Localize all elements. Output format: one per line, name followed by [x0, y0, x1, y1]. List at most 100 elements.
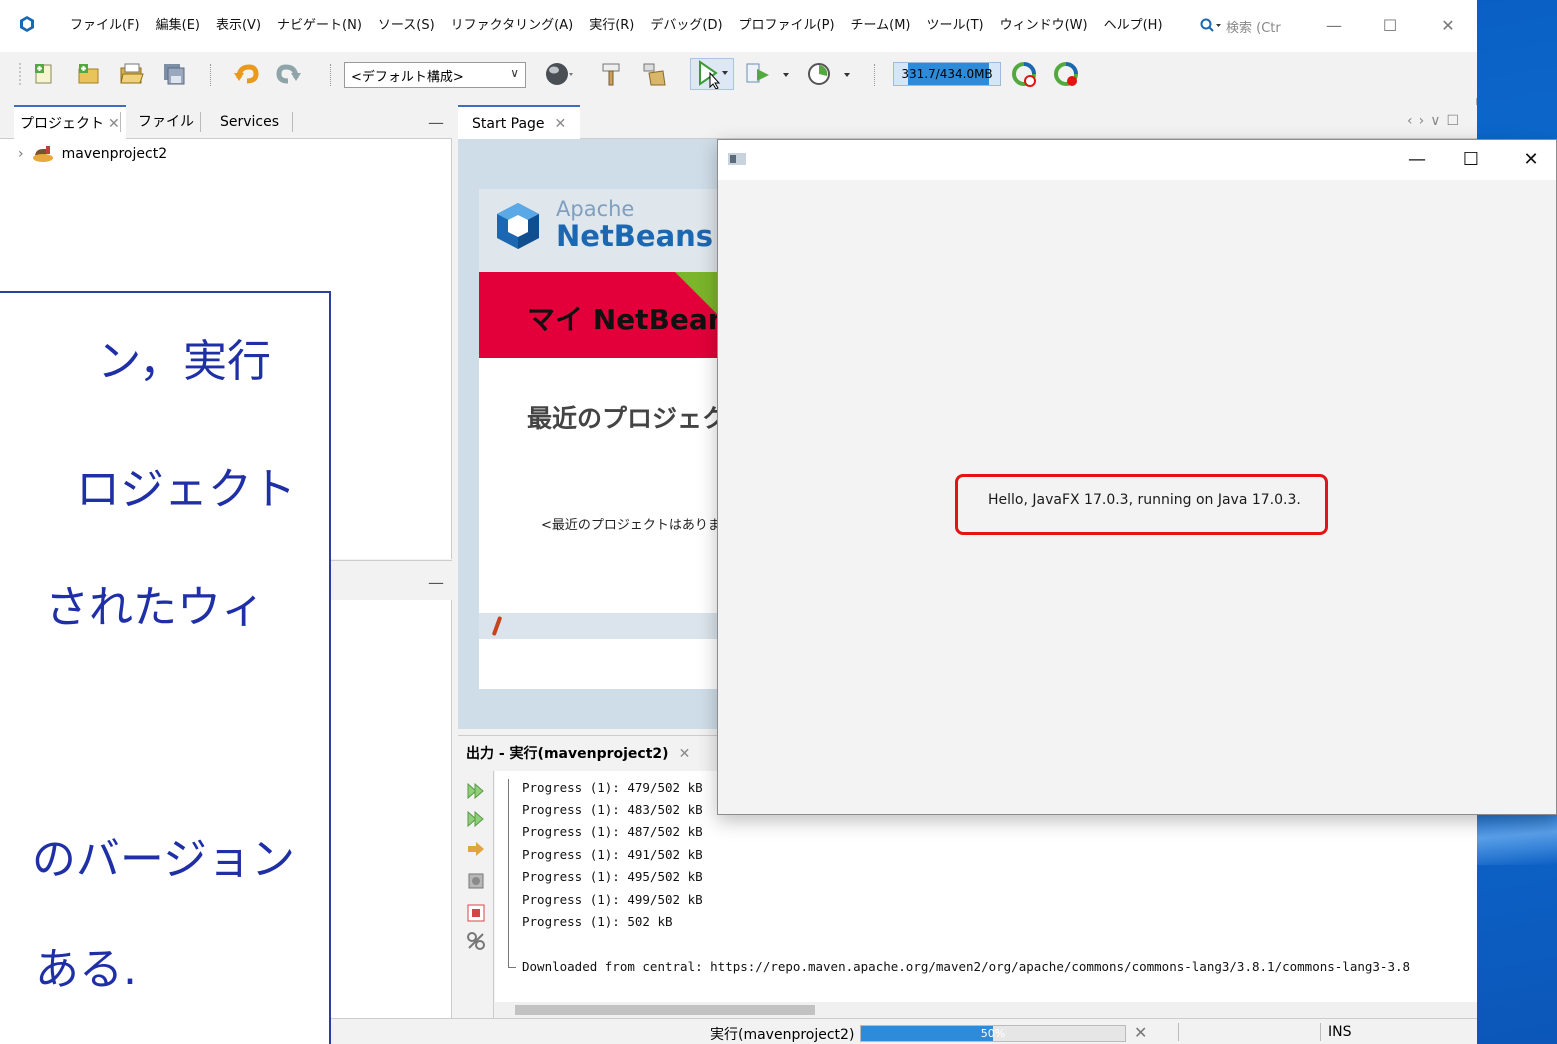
- settings-button[interactable]: [466, 871, 486, 891]
- rerun-with-params-button[interactable]: [466, 809, 486, 829]
- minimize-panel-icon[interactable]: —: [428, 113, 444, 132]
- menu-edit[interactable]: 編集(E): [148, 0, 208, 52]
- menu-navigate[interactable]: ナビゲート(N): [269, 0, 370, 52]
- menu-tools[interactable]: ツール(T): [919, 0, 992, 52]
- fx-minimize-button[interactable]: —: [1394, 146, 1440, 174]
- cancel-task-icon[interactable]: ✕: [1134, 1023, 1147, 1042]
- recent-projects-title: 最近のプロジェクト: [527, 404, 717, 433]
- save-all-icon: [164, 64, 185, 85]
- start-page-card: Apache NetBeans マイ NetBeans 最近のプロジェクト <最…: [479, 189, 717, 689]
- browser-button[interactable]: [545, 60, 573, 88]
- status-separator: [1320, 1023, 1321, 1041]
- callout-line: ある.: [35, 944, 137, 995]
- minimize-panel-icon[interactable]: —: [428, 573, 444, 592]
- tab-start-page[interactable]: Start Page ✕: [458, 105, 581, 139]
- menu-refactor[interactable]: リファクタリング(A): [443, 0, 582, 52]
- tab-projects[interactable]: プロジェクト ✕: [14, 105, 126, 139]
- project-name: mavenproject2: [61, 146, 168, 162]
- gc-button[interactable]: [1010, 60, 1038, 88]
- expand-chevron-icon[interactable]: ›: [18, 146, 24, 162]
- stats-icon: [467, 932, 485, 950]
- tab-start-page-label: Start Page: [472, 116, 545, 132]
- memory-indicator[interactable]: 331.7/434.0MB: [893, 62, 1001, 86]
- tab-output[interactable]: 出力 - 実行(mavenproject2) ✕: [466, 736, 690, 772]
- tab-separator: [120, 112, 121, 132]
- toolbar-separator: [874, 64, 875, 86]
- fx-close-button[interactable]: ✕: [1508, 146, 1554, 174]
- menu-profile[interactable]: プロファイル(P): [731, 0, 843, 52]
- tab-separator: [292, 112, 293, 132]
- stop-button[interactable]: [466, 903, 486, 923]
- minimize-button[interactable]: —: [1314, 12, 1354, 40]
- close-icon[interactable]: ✕: [555, 116, 567, 132]
- rerun-params-icon: [467, 810, 484, 828]
- open-project-icon: [120, 63, 144, 84]
- debug-icon: [746, 63, 789, 83]
- maximize-button[interactable]: ☐: [1370, 12, 1410, 40]
- running-task-label[interactable]: 実行(mavenproject2): [710, 1024, 854, 1044]
- rerun-button[interactable]: [466, 781, 486, 801]
- open-project-button[interactable]: [118, 60, 146, 88]
- my-netbeans-banner: マイ NetBeans: [479, 272, 717, 358]
- menu-debug[interactable]: デバッグ(D): [642, 0, 730, 52]
- output-actions: [458, 771, 494, 1018]
- new-project-icon: [78, 64, 99, 84]
- menu-source[interactable]: ソース(S): [370, 0, 443, 52]
- tab-projects-label: プロジェクト: [20, 116, 104, 132]
- tree-item-project[interactable]: › mavenproject2: [18, 145, 167, 163]
- menu-file[interactable]: ファイル(F): [62, 0, 148, 52]
- tab-files[interactable]: ファイル: [132, 105, 200, 139]
- debug-project-button[interactable]: [745, 60, 795, 88]
- callout-line: ロジェクト: [76, 464, 296, 515]
- undo-button[interactable]: [232, 60, 260, 88]
- task-progress-bar: 50%: [860, 1025, 1126, 1042]
- close-icon[interactable]: ✕: [108, 116, 120, 132]
- menu-view[interactable]: 表示(V): [208, 0, 269, 52]
- tab-services[interactable]: Services: [214, 105, 285, 139]
- hammer-icon: [602, 63, 620, 86]
- build-button[interactable]: [640, 60, 668, 88]
- output-line: Progress (1): 487/502 kB: [522, 824, 703, 839]
- maven-project-icon: [32, 146, 53, 162]
- menu-help[interactable]: ヘルプ(H): [1096, 0, 1171, 52]
- editor-nav-buttons[interactable]: ‹›∨☐: [1407, 113, 1465, 129]
- toolbar-separator: [330, 64, 331, 86]
- redo-button[interactable]: [275, 60, 303, 88]
- menu-window[interactable]: ウィンドウ(W): [992, 0, 1096, 52]
- snapshot-icon: [1054, 62, 1078, 86]
- new-file-button[interactable]: [30, 60, 58, 88]
- stats-button[interactable]: [466, 931, 486, 951]
- callout-line: のバージョン: [31, 834, 295, 885]
- broom-icon: [643, 63, 666, 86]
- new-file-icon: [35, 64, 52, 84]
- output-horizontal-scrollbar[interactable]: [495, 1002, 1477, 1018]
- snapshot-button[interactable]: [1052, 60, 1080, 88]
- fx-maximize-button[interactable]: ☐: [1448, 146, 1494, 174]
- insert-mode-indicator: INS: [1328, 1024, 1352, 1040]
- menu-team[interactable]: チーム(M): [843, 0, 919, 52]
- close-button[interactable]: ✕: [1428, 12, 1468, 40]
- configuration-value: <デフォルト構成>: [351, 70, 464, 85]
- resume-button[interactable]: [466, 839, 486, 859]
- clean-build-button[interactable]: [597, 60, 625, 88]
- search-box[interactable]: 検索 (Ctr: [1200, 14, 1305, 38]
- toolbar-separator: [210, 64, 211, 86]
- output-line-download: Downloaded from central: https://repo.ma…: [522, 959, 1411, 974]
- new-project-button[interactable]: [74, 60, 102, 88]
- search-placeholder: 検索 (Ctr: [1226, 20, 1281, 36]
- memory-label: 331.7/434.0MB: [901, 67, 993, 81]
- save-all-button[interactable]: [160, 60, 188, 88]
- run-project-button[interactable]: [690, 58, 734, 90]
- profile-project-button[interactable]: [806, 60, 856, 88]
- menu-run[interactable]: 実行(R): [581, 0, 642, 52]
- configuration-select[interactable]: <デフォルト構成> ∨: [344, 62, 526, 88]
- globe-icon: [546, 63, 573, 85]
- callout-line: されたウィ: [45, 582, 265, 633]
- output-line: Progress (1): 491/502 kB: [522, 847, 703, 862]
- scrollbar-thumb[interactable]: [515, 1005, 815, 1015]
- banner-title[interactable]: マイ NetBeans: [527, 298, 717, 338]
- menu-bar: ファイル(F) 編集(E) 表示(V) ナビゲート(N) ソース(S) リファク…: [0, 0, 1477, 52]
- undo-icon: [234, 64, 259, 84]
- close-icon[interactable]: ✕: [679, 746, 691, 762]
- stop-icon: [467, 904, 485, 922]
